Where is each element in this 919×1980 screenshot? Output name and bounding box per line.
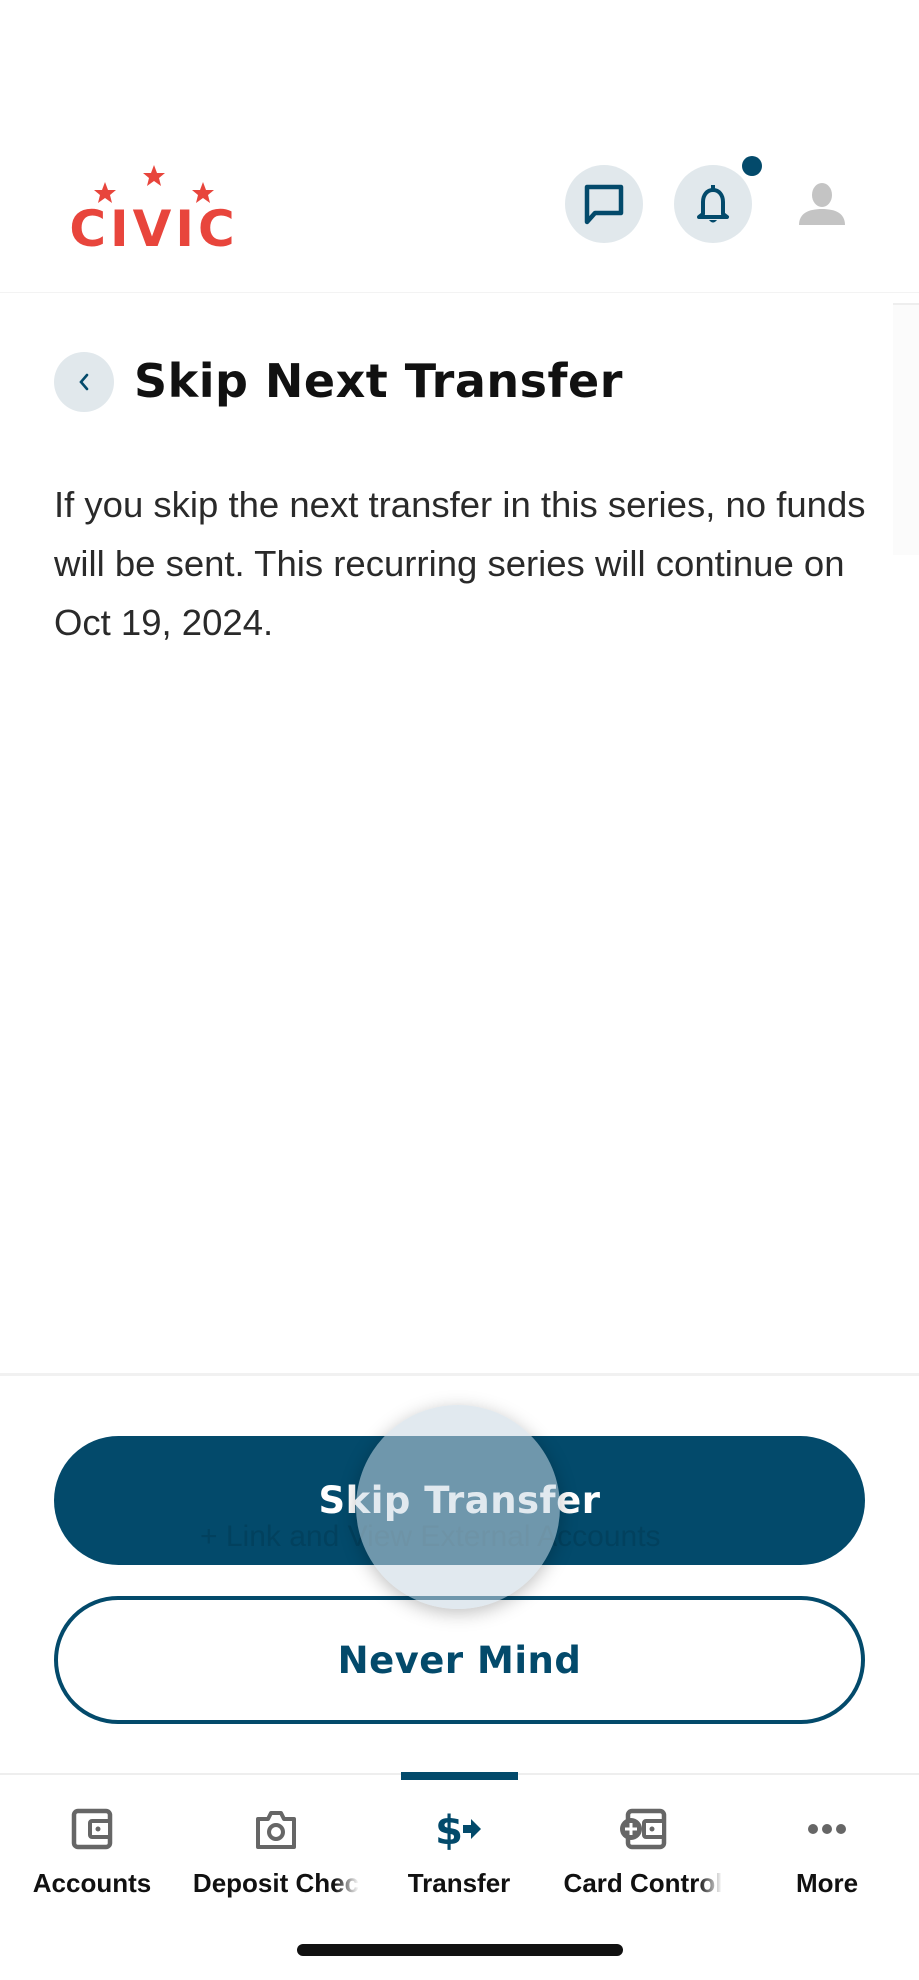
nav-item-accounts[interactable]: Accounts xyxy=(0,1790,184,1900)
nav-item-card-control[interactable]: Card Control xyxy=(551,1790,735,1900)
wallet-icon xyxy=(67,1804,117,1854)
home-indicator[interactable] xyxy=(297,1944,623,1956)
chevron-left-icon xyxy=(79,373,89,391)
dollar-transfer-icon: $ xyxy=(434,1804,484,1854)
nav-label: Transfer xyxy=(407,1868,511,1898)
side-panel-edge xyxy=(893,303,919,555)
nav-item-deposit-check[interactable]: Deposit Chec xyxy=(184,1790,368,1900)
profile-icon xyxy=(799,183,845,225)
card-control-icon xyxy=(618,1804,668,1854)
nav-label: Card Control xyxy=(563,1868,723,1898)
more-icon xyxy=(802,1804,852,1854)
bell-icon xyxy=(697,185,729,223)
footer-divider xyxy=(0,1373,919,1376)
skip-description: If you skip the next transfer in this se… xyxy=(54,484,866,643)
never-mind-button[interactable]: Never Mind xyxy=(54,1596,865,1724)
header-divider xyxy=(0,292,919,293)
profile-button[interactable] xyxy=(790,172,854,236)
camera-icon xyxy=(251,1804,301,1854)
chat-icon xyxy=(584,184,624,225)
logo-text: CIVIC xyxy=(69,200,238,252)
nav-label: Accounts xyxy=(32,1868,152,1898)
svg-text:$: $ xyxy=(435,1808,463,1851)
nav-active-indicator xyxy=(401,1772,518,1780)
nav-label: More xyxy=(795,1868,859,1898)
notification-badge xyxy=(742,156,762,176)
civic-logo-graphic: CIVIC xyxy=(69,165,238,258)
nav-label: Deposit Chec xyxy=(192,1868,360,1898)
page-title: Skip Next Transfer xyxy=(134,354,623,408)
back-button[interactable] xyxy=(54,352,114,412)
nav-item-transfer[interactable]: $ Transfer xyxy=(367,1790,551,1900)
nav-item-more[interactable]: More xyxy=(735,1790,919,1900)
chat-button[interactable] xyxy=(565,165,643,243)
civic-logo: CIVIC xyxy=(58,160,250,258)
notifications-button[interactable] xyxy=(674,165,752,243)
skip-transfer-button[interactable]: Skip Transfer xyxy=(54,1436,865,1565)
